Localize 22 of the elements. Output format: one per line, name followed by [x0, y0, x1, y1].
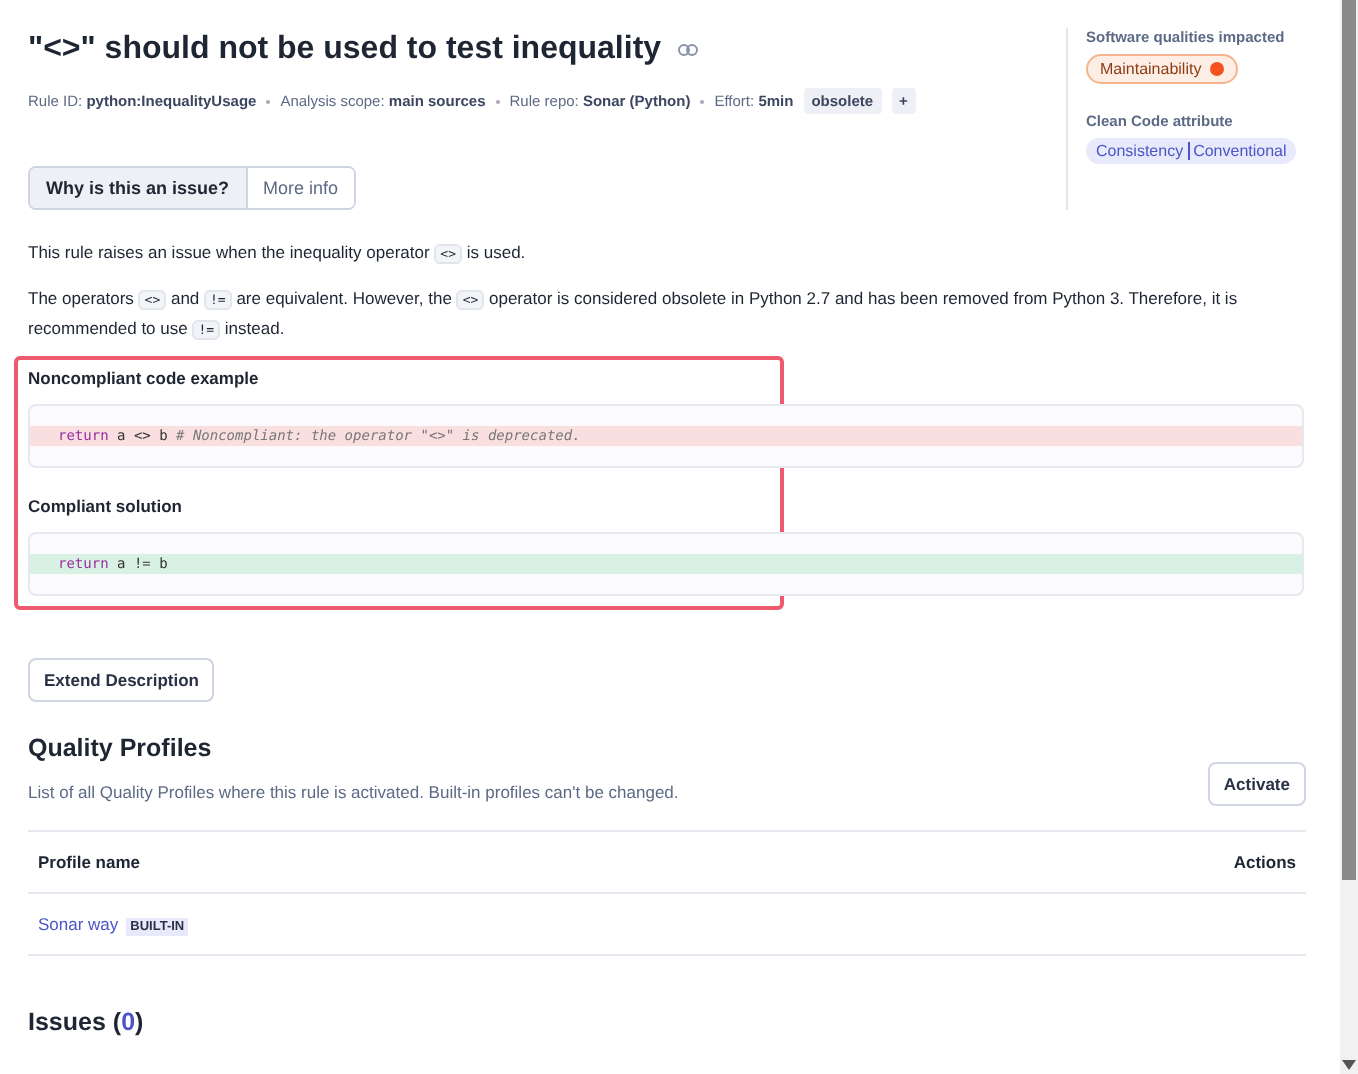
column-header: Profile name — [28, 831, 890, 893]
extend-description-button[interactable]: Extend Description — [28, 658, 215, 702]
tab[interactable]: More info — [245, 168, 355, 208]
profile-link[interactable]: Sonar way — [38, 914, 119, 934]
rule-title: "<>" should not be used to test inequality — [28, 32, 662, 68]
attribute-badge[interactable]: Consistency Conventional — [1086, 138, 1297, 165]
tab[interactable]: Why is this an issue? — [30, 168, 246, 208]
example-heading: Noncompliant code example — [28, 368, 261, 388]
scrollbar-thumb[interactable] — [1342, 0, 1356, 880]
activate-button[interactable]: Activate — [1207, 762, 1306, 806]
link-icon[interactable] — [677, 44, 698, 56]
separator-dot — [700, 99, 705, 103]
section-heading: Quality Profiles — [28, 734, 214, 762]
separator-dot — [495, 99, 500, 103]
separator-dot — [266, 99, 271, 103]
example-heading: Compliant solution — [28, 496, 184, 516]
section-heading: Issues (0) — [28, 1008, 144, 1036]
quality-badge[interactable]: Maintainability — [1086, 54, 1238, 84]
section-description: List of all Quality Profiles where this rule is activated. Built-in profiles can't be changed. — [28, 782, 679, 802]
column-header: Actions — [889, 831, 1306, 893]
scroll-down-icon[interactable] — [1342, 1060, 1356, 1070]
issues-count-link[interactable]: 0 — [121, 1008, 136, 1036]
